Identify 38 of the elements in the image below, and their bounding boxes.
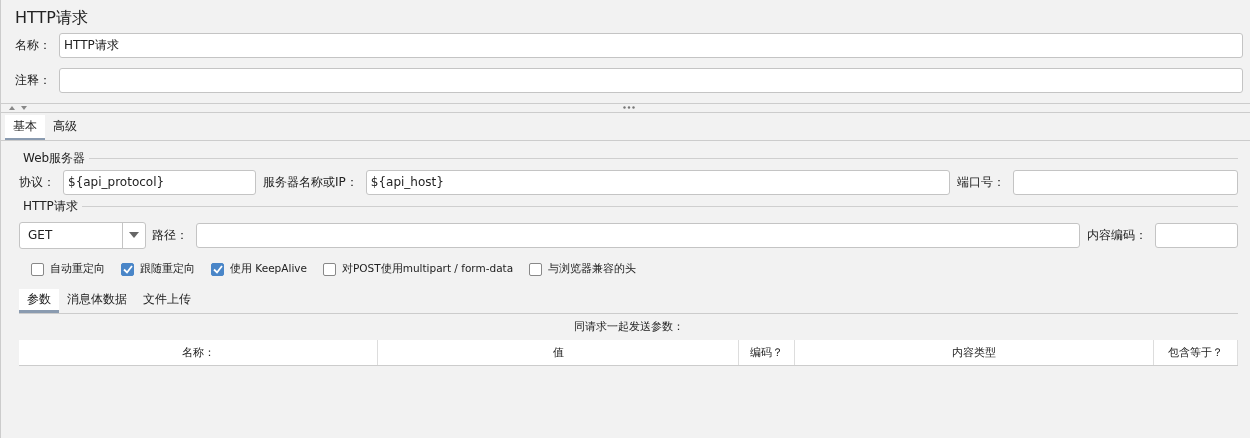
- checkbox[interactable]: 使用 KeepAlive: [211, 261, 307, 277]
- field-label: 协议：: [19, 173, 56, 191]
- field-label: 名称：: [15, 37, 52, 54]
- column-header[interactable]: 名称：: [19, 340, 379, 365]
- column-header[interactable]: 值: [378, 340, 740, 365]
- text-field[interactable]: ${api_protocol}: [63, 169, 256, 195]
- column-header[interactable]: 包含等于？: [1154, 340, 1238, 365]
- checkbox[interactable]: 跟随重定向: [121, 261, 195, 277]
- text-field[interactable]: [1013, 169, 1238, 195]
- checkbox[interactable]: 对POST使用multipart / form-data: [323, 261, 514, 277]
- column-header[interactable]: 内容类型: [795, 340, 1155, 365]
- text-field[interactable]: [1155, 222, 1238, 248]
- checkbox[interactable]: 自动重定向: [31, 261, 105, 277]
- table-caption: 同请求一起发送参数：: [572, 319, 685, 335]
- checkbox[interactable]: 与浏览器兼容的头: [529, 261, 637, 277]
- tab[interactable]: 高级: [45, 115, 85, 140]
- tab[interactable]: 消息体数据: [59, 289, 135, 313]
- tab[interactable]: 文件上传: [135, 289, 199, 313]
- field-label: 内容编码：: [1086, 226, 1148, 244]
- group-legend: Web服务器: [19, 149, 90, 167]
- panel-title: HTTP请求: [14, 7, 89, 28]
- checkmark-icon: [122, 264, 133, 274]
- text-field[interactable]: HTTP请求: [59, 33, 1243, 58]
- field-label: 服务器名称或IP：: [262, 173, 359, 191]
- method-dropdown[interactable]: GET: [19, 221, 146, 249]
- caret-icon: [129, 232, 139, 238]
- field-label: 端口号：: [956, 173, 1006, 191]
- checkmark-icon: [212, 264, 223, 274]
- grip-icon[interactable]: [623, 106, 635, 109]
- text-field[interactable]: [196, 222, 1080, 248]
- column-header[interactable]: 编码？: [739, 340, 796, 365]
- field-label: 注释：: [15, 72, 52, 89]
- text-field[interactable]: [59, 68, 1243, 93]
- text-field[interactable]: ${api_host}: [365, 169, 950, 195]
- field-label: 路径：: [151, 226, 189, 244]
- group-legend: HTTP请求: [19, 197, 82, 215]
- tab[interactable]: 基本: [5, 115, 45, 140]
- tab[interactable]: 参数: [19, 289, 59, 313]
